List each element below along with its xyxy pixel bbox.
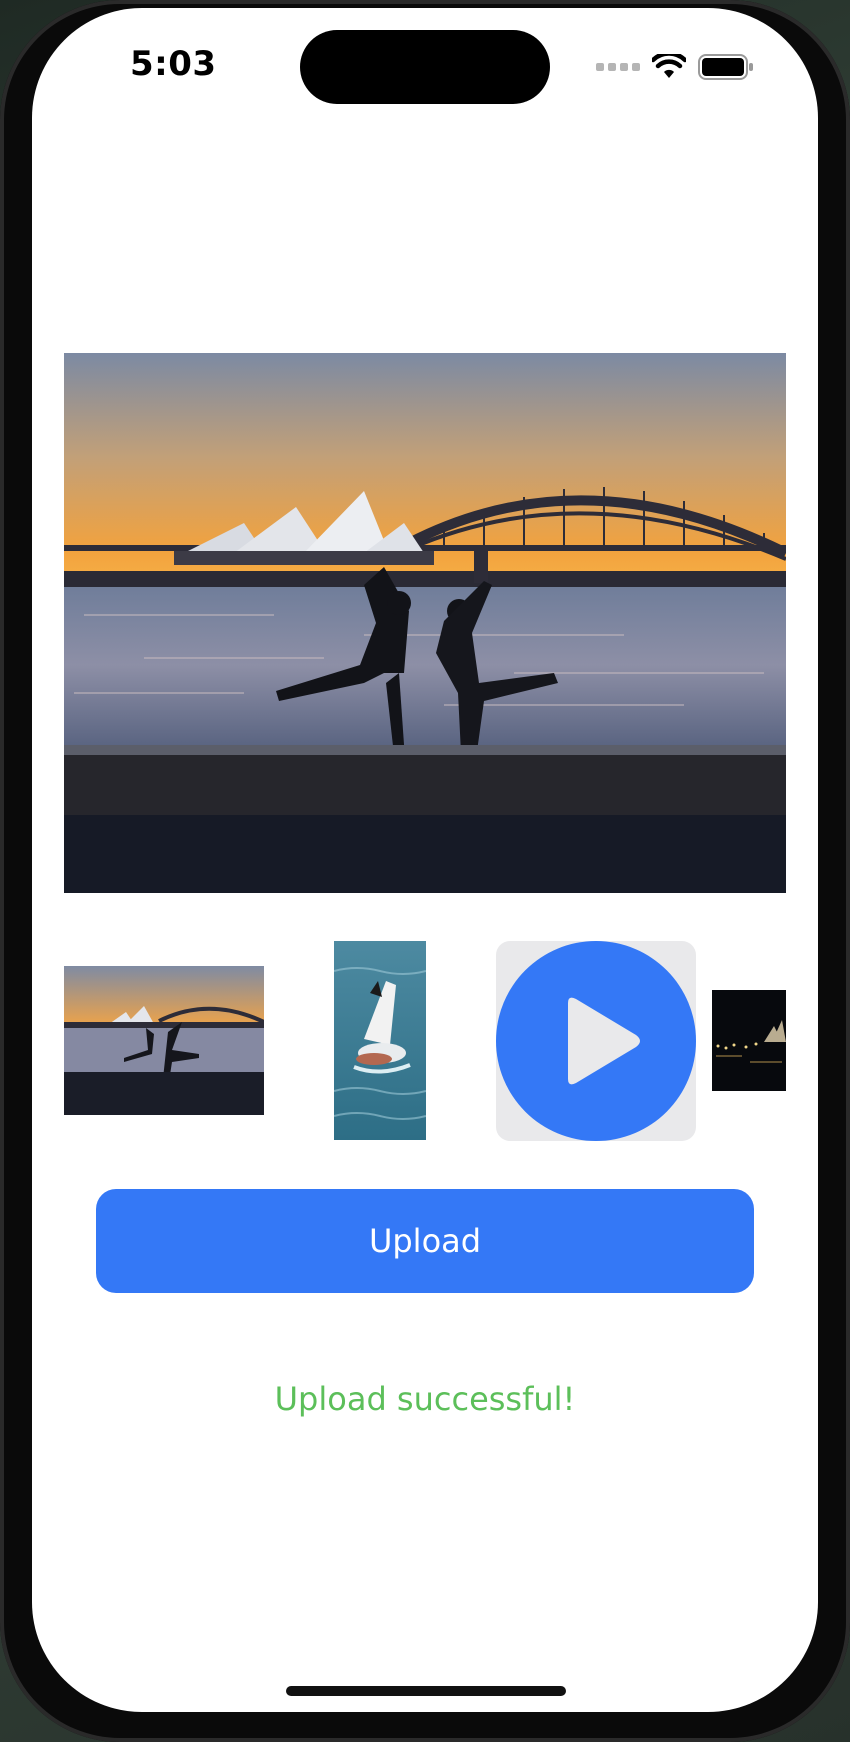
upload-button[interactable]: Upload (96, 1189, 754, 1293)
thumbnail-photo-1[interactable] (64, 966, 264, 1115)
thumbnail-photo-3[interactable] (712, 990, 786, 1091)
wifi-icon (652, 54, 686, 78)
status-bar-time: 5:03 (130, 44, 217, 84)
play-icon (496, 941, 696, 1141)
thumbnail-video[interactable] (496, 941, 696, 1141)
battery-icon (698, 54, 753, 80)
status-bar-icons (596, 54, 754, 80)
upload-status-message: Upload successful! (274, 1380, 576, 1418)
sydney-harbour-silhouette-photo (64, 966, 264, 1115)
seagull-water-photo (334, 941, 426, 1140)
sydney-night-photo (712, 990, 786, 1091)
cellular-signal-icon (596, 63, 640, 71)
thumbnail-photo-2[interactable] (334, 941, 426, 1140)
sydney-opera-house-sunset-photo (64, 353, 786, 893)
app-screen: 5:03 Upload Upload successful! (32, 8, 818, 1712)
dynamic-island (300, 30, 550, 104)
selected-photo-preview (64, 353, 786, 893)
home-indicator[interactable] (286, 1686, 566, 1696)
